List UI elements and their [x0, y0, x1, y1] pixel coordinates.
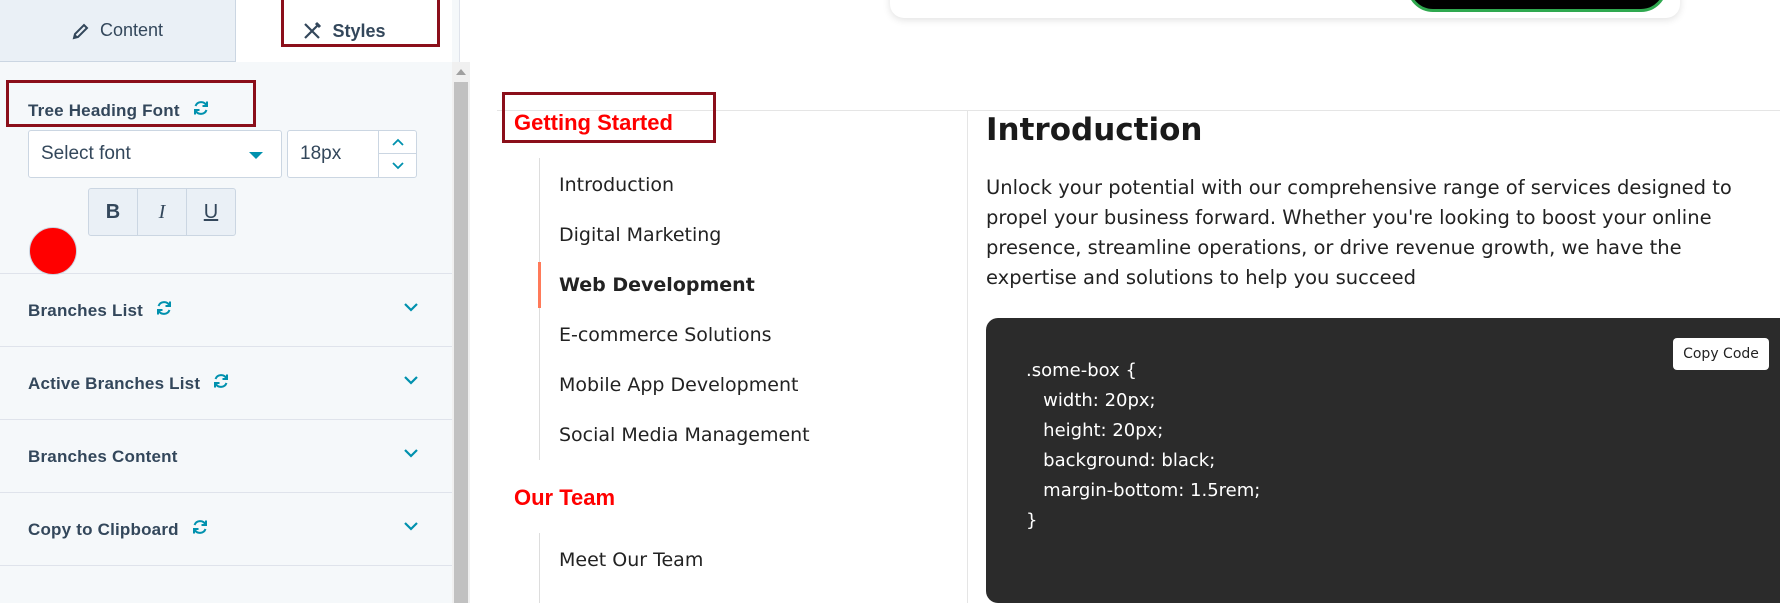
code-line: background: black; [1026, 450, 1216, 471]
sync-icon[interactable] [155, 299, 173, 322]
accordion-label: Active Branches List [28, 373, 201, 393]
code-line: height: 20px; [1026, 420, 1164, 441]
tab-content[interactable]: Content [0, 0, 236, 62]
active-branch-marker [538, 262, 541, 308]
tree-item[interactable]: Mobile App Development [559, 374, 798, 396]
code-block: .some-box { width: 20px; height: 20px; b… [986, 318, 1780, 603]
accordion-title: Branches Content [28, 420, 178, 493]
accordion-active-branches-list[interactable]: Active Branches List [0, 347, 452, 420]
tree-group-title: Getting Started [514, 110, 673, 135]
sync-icon[interactable] [192, 99, 210, 122]
editor-tabs: Content Styles [0, 0, 452, 62]
font-color-swatch[interactable] [29, 227, 77, 275]
tree-group-title: Our Team [514, 485, 616, 510]
content-title: Introduction [986, 112, 1203, 148]
accordion-branches-content[interactable]: Branches Content [0, 420, 452, 493]
accordion-label: Copy to Clipboard [28, 519, 179, 539]
chevron-down-icon [404, 303, 418, 312]
tree-item-active[interactable]: Web Development [559, 274, 755, 296]
code-line: width: 20px; [1026, 390, 1156, 411]
editor-panel: Content Styles Tree Heading Font Select … [0, 0, 470, 603]
accordion-label: Branches Content [28, 446, 178, 466]
horizontal-divider [497, 110, 1780, 111]
accordion-title: Branches List [28, 274, 173, 347]
caret-down-icon [249, 152, 263, 159]
chevron-down-icon [391, 161, 404, 169]
tree-line [539, 533, 540, 603]
tree-line [539, 158, 540, 460]
code-lines: .some-box { width: 20px; height: 20px; b… [1026, 356, 1260, 536]
settings-scroll-area: Tree Heading Font Select font 18px B I U… [0, 62, 452, 603]
copy-code-button[interactable]: Copy Code [1673, 338, 1769, 370]
increment-button[interactable] [379, 131, 416, 154]
code-line: margin-bottom: 1.5rem; [1026, 480, 1261, 501]
font-size-stepper[interactable]: 18px [287, 130, 417, 178]
chevron-down-icon [404, 522, 418, 531]
tab-styles[interactable]: Styles [236, 0, 452, 62]
top-pill-button[interactable] [1407, 0, 1667, 12]
panel-scrollbar[interactable] [452, 62, 470, 603]
scrollbar-thumb[interactable] [454, 82, 468, 603]
chevron-up-icon [391, 138, 404, 146]
font-size-value[interactable]: 18px [300, 131, 341, 177]
text-format-buttons: B I U [88, 188, 236, 236]
styles-icon [302, 21, 322, 41]
tree-item[interactable]: Digital Marketing [559, 224, 721, 246]
scroll-up-arrow-icon[interactable] [452, 62, 470, 82]
bold-button[interactable]: B [89, 189, 138, 235]
code-line: .some-box { [1026, 360, 1137, 381]
tab-content-label: Content [99, 20, 164, 40]
pencil-icon [72, 22, 90, 40]
italic-button[interactable]: I [138, 189, 187, 235]
tree-heading-font-label: Tree Heading Font [28, 100, 180, 120]
sync-icon[interactable] [212, 372, 230, 395]
tree-heading-font-section: Tree Heading Font Select font 18px B I U [0, 62, 452, 275]
vertical-divider [967, 110, 968, 603]
chevron-down-icon [404, 376, 418, 385]
content-body: Unlock your potential with our comprehen… [986, 176, 1732, 289]
tab-styles-label: Styles [332, 20, 386, 41]
preview-area: Getting Started Introduction Digital Mar… [497, 0, 1780, 603]
code-line: } [1026, 510, 1038, 531]
underline-button[interactable]: U [187, 189, 235, 235]
accordion-branches-list[interactable]: Branches List [0, 274, 452, 347]
accordion-copy-to-clipboard[interactable]: Copy to Clipboard [0, 493, 452, 566]
sync-icon[interactable] [191, 518, 209, 541]
chevron-down-icon [404, 449, 418, 458]
accordion-title: Copy to Clipboard [28, 493, 209, 566]
tree-item[interactable]: Social Media Management [559, 424, 810, 446]
tree-item[interactable]: Meet Our Team [559, 549, 703, 571]
stepper-buttons [378, 131, 416, 177]
tree-item[interactable]: E-commerce Solutions [559, 324, 772, 346]
decrement-button[interactable] [379, 154, 416, 177]
font-select-value: Select font [41, 143, 131, 164]
accordion-label: Branches List [28, 300, 144, 320]
font-select[interactable]: Select font [28, 130, 282, 178]
tree-item[interactable]: Introduction [559, 174, 674, 196]
tree-heading-font-title: Tree Heading Font [28, 99, 210, 122]
accordion-title: Active Branches List [28, 347, 230, 420]
